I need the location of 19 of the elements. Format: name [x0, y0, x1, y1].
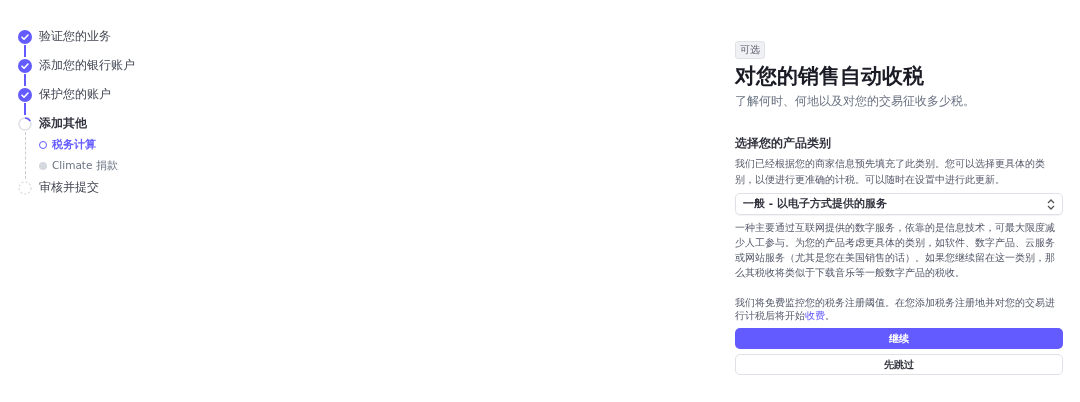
step-label[interactable]: 审核并提交	[39, 180, 99, 195]
optional-badge: 可选	[735, 41, 765, 59]
fee-note: 我们将免费监控您的税务注册阈值。在您添加税务注册地并对您的交易进行计税后将开始收费。	[735, 296, 1056, 322]
step-label[interactable]: 保护您的账户	[39, 87, 111, 102]
section-heading: 选择您的产品类别	[735, 136, 831, 151]
chevron-updown-icon	[1047, 198, 1055, 210]
skip-button[interactable]: 先跳过	[735, 354, 1063, 375]
section-description: 我们已经根据您的商家信息预先填充了此类别。您可以选择更具体的类别，以便进行更准确的计税。可以随时在设置中进行此更新。	[735, 157, 1046, 187]
category-help-text: 一种主要通过互联网提供的数字服务，依靠的是信息技术，可最大限度减少人工参与。为您的产品考虑更具体的类别，如软件、数字产品、云服务或网站服务（尤其是您在美国销售的话）。如果您继续留在这一类别，那么其税收将类似于下载音乐等一般数字产品的税收。	[735, 221, 1056, 280]
step-label[interactable]: 验证您的业务	[39, 29, 111, 44]
step-label[interactable]: 添加您的银行账户	[39, 58, 135, 73]
fee-link[interactable]: 收费	[805, 310, 825, 321]
substep-label[interactable]: 税务计算	[52, 138, 96, 152]
substep-label[interactable]: Climate 捐款	[52, 159, 118, 173]
step-label[interactable]: 添加其他	[39, 116, 87, 131]
page-subtitle: 了解何时、何地以及对您的交易征收多少税。	[735, 94, 975, 108]
continue-button[interactable]: 继续	[735, 328, 1063, 349]
page-title: 对您的销售自动收税	[735, 63, 924, 90]
category-select[interactable]: 一般 - 以电子方式提供的服务	[735, 193, 1063, 215]
